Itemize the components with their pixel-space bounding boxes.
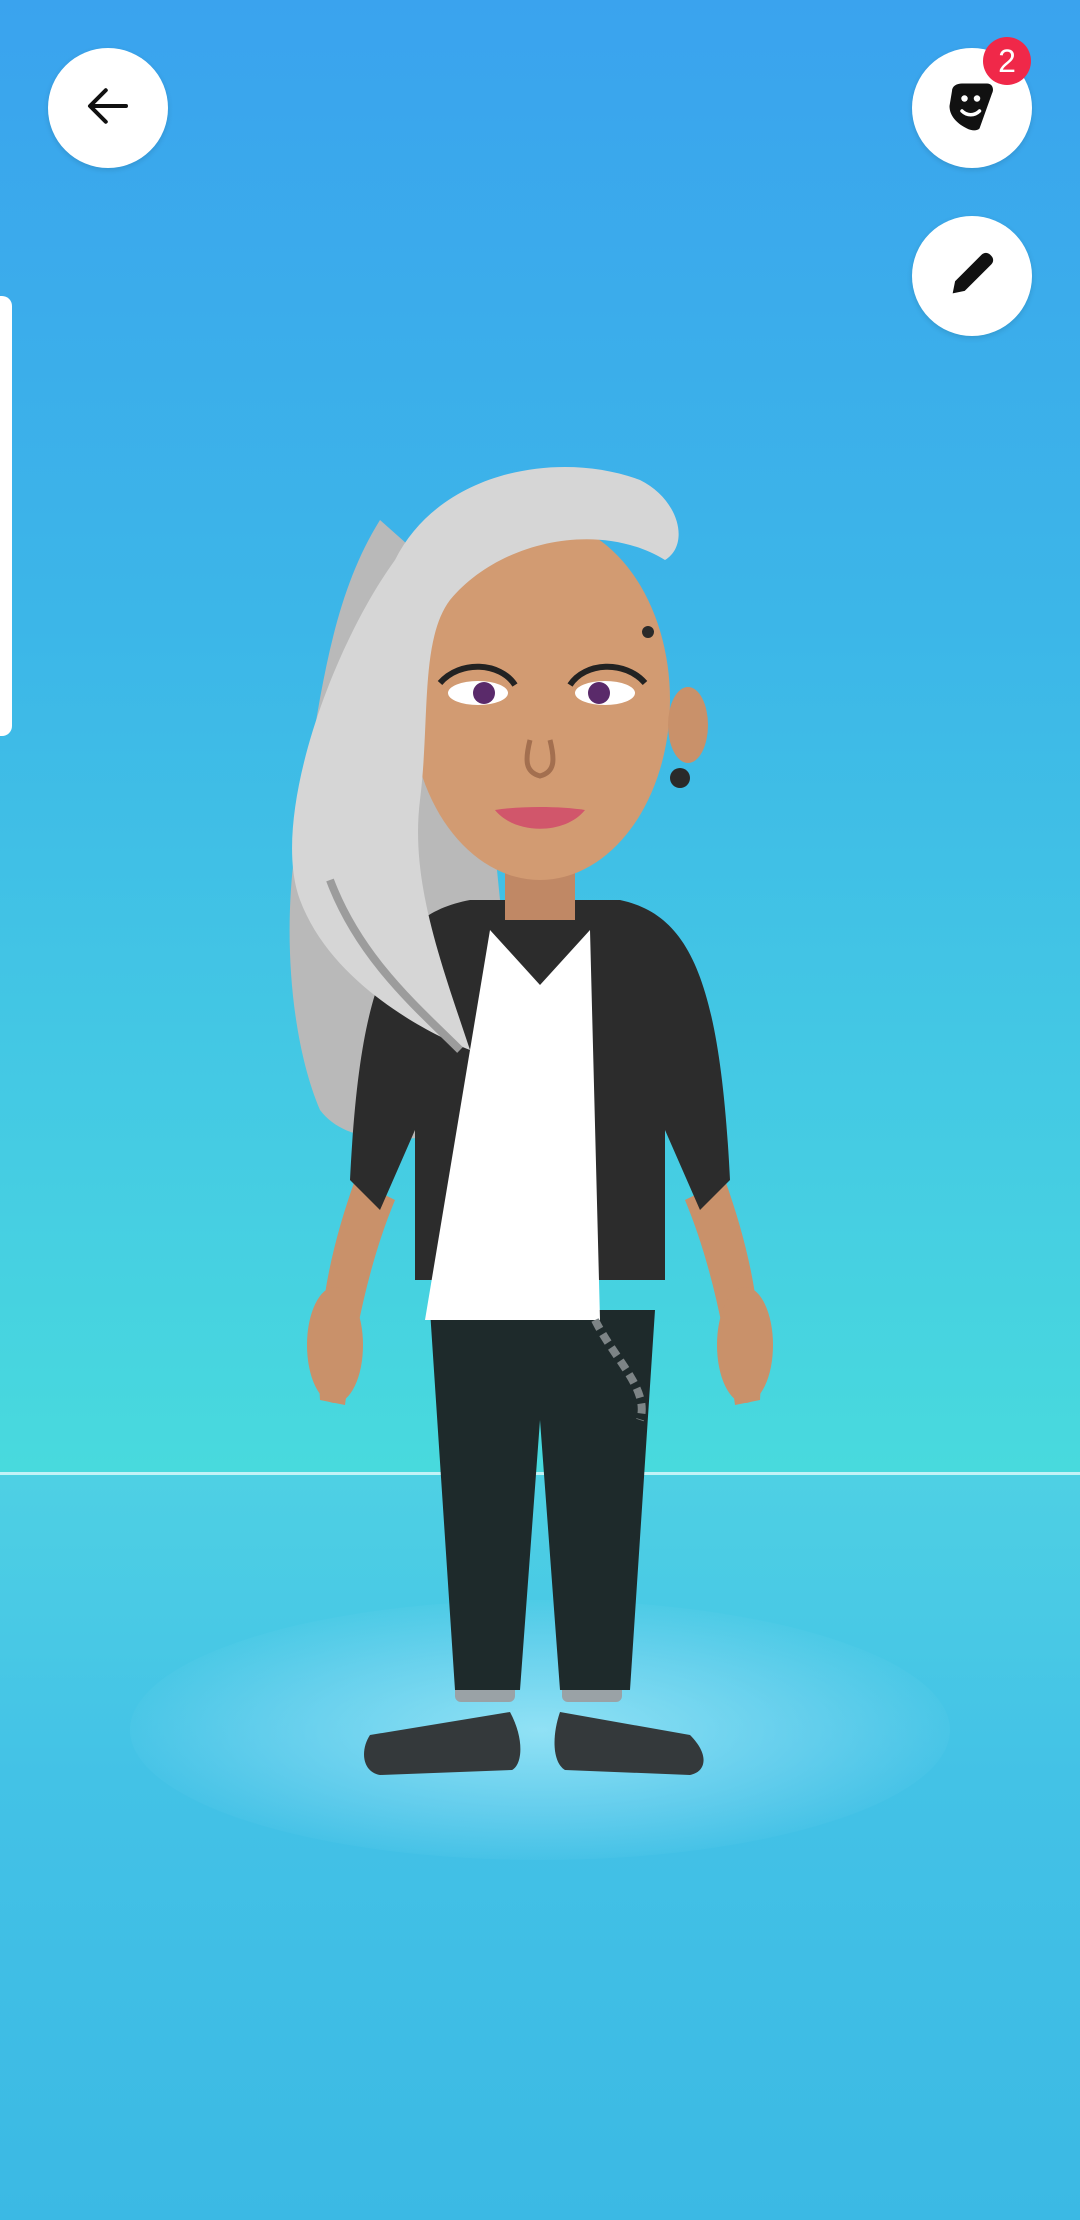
sticker-badge: 2 [983, 37, 1031, 85]
avatar-hand-right [717, 1287, 773, 1403]
avatar-shoe-left [364, 1712, 521, 1775]
avatar-ear [668, 687, 708, 763]
back-button[interactable] [48, 48, 168, 168]
sticker-face-icon [942, 76, 1002, 141]
edit-button[interactable] [912, 216, 1032, 336]
arrow-left-icon [81, 79, 135, 138]
avatar-shoe-right [554, 1712, 704, 1775]
avatar-hand-left [307, 1287, 363, 1403]
pencil-icon [943, 245, 1001, 308]
avatar-earring [670, 768, 690, 788]
avatar-mole [642, 626, 654, 638]
avatar-figure [289, 466, 773, 1775]
